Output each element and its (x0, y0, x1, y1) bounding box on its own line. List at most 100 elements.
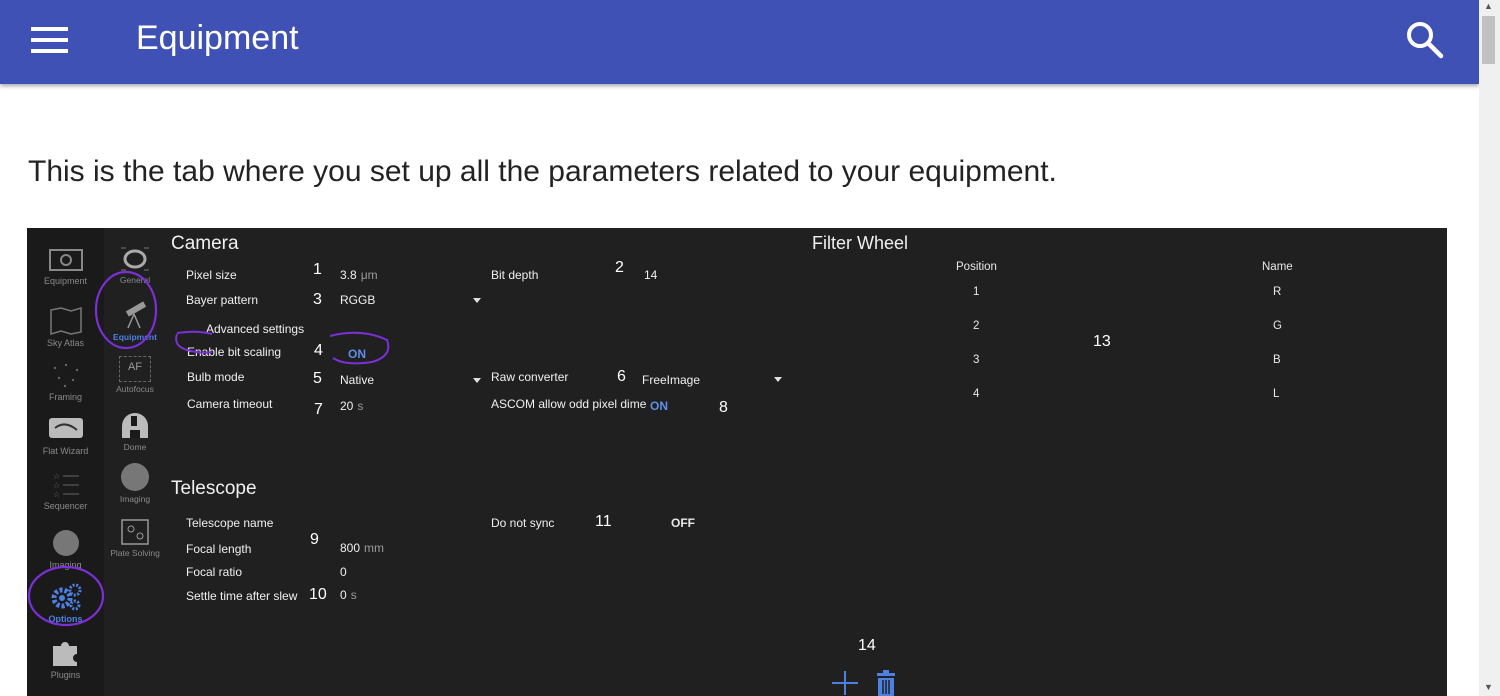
nav-label: Flat Wizard (42, 446, 89, 456)
equipment-screenshot: Equipment Sky Atlas Framing Flat Wizard … (27, 228, 1447, 696)
map-icon (49, 306, 82, 336)
nav-label: Plugins (50, 670, 81, 680)
raw-converter-select[interactable]: FreeImage (642, 373, 700, 387)
scroll-down-arrow-icon[interactable]: ▼ (1484, 682, 1493, 692)
camera-timeout-unit: s (357, 399, 364, 413)
search-icon[interactable] (1403, 18, 1447, 62)
chevron-down-icon[interactable] (774, 377, 782, 382)
bit-scaling-label: Enable bit scaling (187, 345, 282, 359)
bulb-mode-select[interactable]: Native (340, 373, 374, 387)
dome-icon (122, 413, 148, 438)
raw-converter-label: Raw converter (491, 370, 569, 384)
svg-text:☆: ☆ (53, 490, 60, 499)
plate-solve-icon (121, 519, 149, 545)
settle-time-field[interactable]: 0s (340, 588, 357, 602)
planet-icon (52, 530, 79, 556)
flat-panel-icon (48, 418, 83, 438)
nav-item-sequencer[interactable]: ☆ ☆ ☆ Sequencer (27, 471, 104, 511)
bit-scaling-toggle[interactable]: ON (348, 347, 366, 361)
focal-length-label: Focal length (186, 542, 252, 556)
bit-depth-value[interactable]: 14 (644, 268, 657, 282)
pixel-size-field[interactable]: 3.8 μm (340, 268, 378, 282)
options-sub-nav: General Equipment AF Autofocus Dome Imag… (107, 228, 163, 696)
trash-icon[interactable] (874, 668, 898, 696)
bit-depth-label: Bit depth (491, 268, 539, 282)
filter-position: 4 (973, 388, 980, 400)
telescope-name-label: Telescope name (186, 516, 274, 530)
camera-timeout-value: 20 (340, 399, 354, 413)
filter-name[interactable]: B (1273, 354, 1281, 366)
puzzle-icon (52, 642, 77, 666)
sub-item-general[interactable]: General (107, 245, 163, 285)
pixel-size-label: Pixel size (186, 268, 237, 282)
stars-icon (53, 363, 78, 388)
sub-item-imaging[interactable]: Imaging (107, 462, 163, 504)
nav-item-framing[interactable]: Framing (27, 362, 104, 402)
nav-label: Sequencer (43, 501, 88, 511)
settle-time-label: Settle time after slew (186, 589, 298, 603)
gears-icon (51, 583, 81, 611)
annotation-number: 9 (310, 531, 319, 548)
annotation-number: 1 (313, 261, 322, 278)
nav-label: Equipment (43, 276, 88, 286)
nav-item-plugins[interactable]: Plugins (27, 638, 104, 680)
hamburger-menu-icon[interactable] (31, 25, 69, 55)
filter-name[interactable]: R (1273, 286, 1281, 298)
annotation-number: 14 (858, 637, 876, 654)
filter-name[interactable]: G (1273, 320, 1282, 332)
planet-icon (121, 463, 149, 491)
annotation-number: 3 (313, 291, 322, 308)
camera-icon (48, 249, 83, 271)
do-not-sync-toggle[interactable]: OFF (671, 516, 695, 530)
sub-item-dome[interactable]: Dome (107, 412, 163, 452)
page-title: Equipment (136, 19, 299, 57)
nav-item-imaging[interactable]: Imaging (27, 528, 104, 570)
sub-nav-label: Equipment (113, 332, 157, 342)
af-icon: AF (119, 356, 151, 382)
pixel-size-unit: μm (360, 268, 378, 282)
filter-name[interactable]: L (1273, 388, 1279, 400)
chevron-down-icon[interactable] (473, 378, 481, 383)
annotation-number: 11 (595, 513, 612, 530)
nav-item-sky-atlas[interactable]: Sky Atlas (27, 306, 104, 348)
sub-item-autofocus[interactable]: AF Autofocus (107, 356, 163, 394)
plus-icon[interactable] (830, 670, 860, 696)
name-column-header: Name (1262, 261, 1293, 273)
sub-nav-label: General (119, 275, 151, 285)
sub-nav-label: Imaging (119, 494, 151, 504)
nav-item-flat-wizard[interactable]: Flat Wizard (27, 416, 104, 456)
sub-nav-label: Dome (123, 442, 147, 452)
focal-ratio-value[interactable]: 0 (340, 565, 347, 579)
nav-item-equipment[interactable]: Equipment (27, 248, 104, 286)
filter-position: 3 (973, 354, 980, 366)
chevron-down-icon[interactable] (473, 298, 481, 303)
annotation-number: 4 (314, 342, 323, 359)
pixel-size-value: 3.8 (340, 268, 357, 282)
scroll-thumb[interactable] (1482, 16, 1495, 64)
svg-text:☆: ☆ (53, 481, 60, 490)
annotation-number: 6 (617, 368, 626, 385)
nav-label: Sky Atlas (46, 338, 84, 348)
nav-item-options[interactable]: Options (27, 582, 104, 624)
intro-paragraph: This is the tab where you set up all the… (28, 155, 1057, 188)
focal-length-field[interactable]: 800 mm (340, 541, 384, 555)
filter-position: 2 (973, 320, 980, 332)
svg-text:☆: ☆ (53, 472, 60, 481)
annotation-number: 2 (615, 259, 624, 276)
filter-position: 1 (973, 286, 980, 298)
app-bar: Equipment (0, 0, 1479, 84)
annotation-number: 13 (1093, 333, 1111, 350)
camera-title: Camera (171, 233, 239, 254)
list-icon: ☆☆☆ (53, 472, 79, 499)
ascom-odd-pixel-toggle[interactable]: ON (650, 399, 668, 413)
telescope-title: Telescope (171, 478, 257, 499)
camera-timeout-field[interactable]: 20 s (340, 399, 363, 413)
page-scrollbar[interactable]: ▲ ▼ (1479, 0, 1500, 696)
camera-timeout-label: Camera timeout (187, 397, 273, 411)
scroll-up-arrow-icon[interactable]: ▲ (1484, 1, 1493, 11)
bayer-pattern-select[interactable]: RGGB (340, 293, 375, 307)
advanced-settings-label: Advanced settings (206, 322, 305, 336)
sub-item-plate-solving[interactable]: Plate Solving (107, 518, 163, 558)
filter-wheel-title: Filter Wheel (812, 233, 909, 253)
sub-item-equipment[interactable]: Equipment (107, 296, 163, 342)
